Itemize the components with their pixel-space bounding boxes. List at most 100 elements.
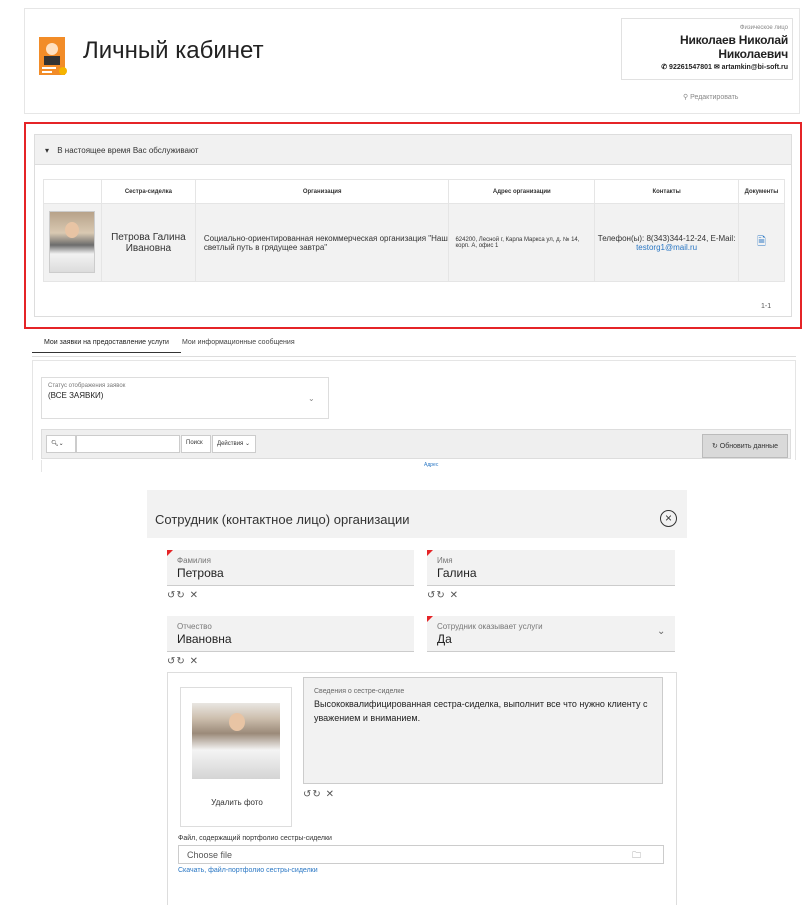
user-type: Физическое лицо: [739, 25, 788, 31]
current-service-title: В настоящее время Вас обслуживают: [57, 146, 199, 155]
page-header: Личный кабинет Физическое лицо Николаев …: [24, 8, 800, 114]
col-address: Адрес организации: [448, 179, 596, 204]
undo-icon[interactable]: ↺: [167, 656, 176, 667]
undo-icon[interactable]: ↺: [427, 590, 436, 601]
nurse-details-box: Удалить фото Сведения о сестре-сиделке В…: [167, 672, 677, 905]
tab-my-messages[interactable]: Мои информационные сообщения: [182, 339, 295, 346]
patronymic-value: Ивановна: [177, 632, 232, 646]
portfolio-file-input[interactable]: Choose file: [178, 845, 664, 864]
edit-user-icon: ⚲: [683, 94, 689, 101]
provides-services-select[interactable]: Сотрудник оказывает услуги Да ⌄: [427, 616, 675, 652]
refresh-data-button[interactable]: ↻ Обновить данные: [702, 434, 788, 458]
search-filter-button[interactable]: 🔍︎⌄: [46, 435, 76, 453]
col-photo: [43, 179, 102, 204]
staff-table: Сестра-сиделка Организация Адрес организ…: [43, 179, 785, 282]
actions-button[interactable]: Действия ⌄: [212, 435, 256, 453]
user-name: Николаев Николай Николаевич: [680, 33, 788, 61]
status-value: (ВСЕ ЗАЯВКИ): [48, 391, 104, 400]
edit-profile-link[interactable]: ⚲ Редактировать: [683, 93, 738, 101]
requests-toolbar: 🔍︎⌄ Поиск Действия ⌄ ↻ Обновить данные: [41, 429, 791, 459]
about-nurse-textarea[interactable]: Сведения о сестре-сиделке Высококвалифиц…: [303, 677, 663, 784]
clear-icon[interactable]: ✕: [326, 789, 335, 800]
redo-icon[interactable]: ↻: [176, 656, 185, 667]
tabs-bar: Мои заявки на предоставление услуги Мои …: [32, 335, 796, 357]
required-marker: [427, 616, 433, 622]
status-label: Статус отображения заявок: [48, 383, 126, 389]
pager-info: 1-1: [761, 303, 772, 310]
redo-icon[interactable]: ↻: [312, 789, 321, 800]
clear-icon[interactable]: ✕: [450, 590, 459, 601]
required-marker: [427, 550, 433, 556]
phone-icon: ✆: [661, 64, 668, 71]
photo-card: Удалить фото: [180, 687, 292, 827]
page-title: Личный кабинет: [83, 37, 264, 64]
about-actions: ↺↻ ✕: [303, 789, 335, 800]
employee-modal: Сотрудник (контактное лицо) организации …: [147, 490, 687, 905]
collapse-triangle-icon: ▾: [45, 146, 50, 155]
provides-services-label: Сотрудник оказывает услуги: [437, 622, 543, 631]
refresh-icon: ↻: [711, 443, 718, 450]
nurse-photo-cell: [43, 203, 102, 282]
actions-label: Действия: [217, 441, 244, 447]
modal-title: Сотрудник (контактное лицо) организации: [155, 512, 410, 527]
search-button[interactable]: Поиск: [181, 435, 211, 453]
delete-photo-button[interactable]: Удалить фото: [181, 798, 293, 807]
clear-icon[interactable]: ✕: [190, 656, 199, 667]
chevron-down-icon[interactable]: ⌄: [308, 394, 315, 403]
name-actions: ↺↻ ✕: [427, 590, 459, 601]
documents-cell[interactable]: 🗎: [738, 203, 785, 282]
surname-actions: ↺↻ ✕: [167, 590, 199, 601]
col-nurse: Сестра-сиделка: [100, 179, 196, 204]
name-label: Имя: [437, 556, 453, 565]
chevron-down-icon: ⌄: [244, 441, 250, 447]
patronymic-label: Отчество: [177, 622, 212, 631]
contacts-email-link[interactable]: testorg1@mail.ru: [595, 243, 738, 252]
requests-grid-header: Адрес: [41, 460, 791, 472]
contacts-phone: Телефон(ы): 8(343)344-12-24, E-Mail:: [597, 233, 736, 243]
portfolio-file-label: Файл, содержащий портфолио сестры-сиделк…: [178, 835, 332, 842]
current-service-header[interactable]: ▾ В настоящее время Вас обслуживают: [35, 135, 791, 165]
user-card: Физическое лицо Николаев Николай Николае…: [621, 18, 793, 80]
address-cell: 624200, Лесной г, Карла Маркса ул, д. № …: [448, 203, 596, 282]
document-icon[interactable]: 🗎: [757, 236, 766, 248]
patronymic-actions: ↺↻ ✕: [167, 656, 199, 667]
chevron-down-icon: ⌄: [58, 441, 64, 447]
search-input[interactable]: [76, 435, 180, 453]
edit-profile-label: Редактировать: [690, 94, 739, 101]
download-portfolio-link[interactable]: Скачать, файл-портфолио сестры-сиделки: [178, 867, 318, 874]
current-service-box: ▾ В настоящее время Вас обслуживают Сест…: [34, 134, 792, 317]
name-field[interactable]: Имя Галина: [427, 550, 675, 586]
current-service-panel: ▾ В настоящее время Вас обслуживают Сест…: [24, 122, 802, 329]
nurse-photo-large: [192, 703, 280, 779]
surname-label: Фамилия: [177, 556, 211, 565]
about-nurse-value: Высококвалифицированная сестра-сиделка, …: [314, 699, 648, 723]
status-select[interactable]: Статус отображения заявок (ВСЕ ЗАЯВКИ) ⌄: [41, 377, 329, 419]
undo-icon[interactable]: ↺: [303, 789, 312, 800]
redo-icon[interactable]: ↻: [436, 590, 445, 601]
col-contacts: Контакты: [594, 179, 739, 204]
folder-icon[interactable]: 🗀: [632, 848, 641, 864]
tab-my-requests[interactable]: Мои заявки на предоставление услуги: [32, 339, 181, 353]
contacts-cell: Телефон(ы): 8(343)344-12-24, E-Mail: tes…: [594, 203, 739, 282]
chevron-down-icon: ⌄: [657, 626, 666, 637]
modal-header: Сотрудник (контактное лицо) организации: [147, 490, 687, 538]
user-contacts: ✆ 92261547801 ✉ artamkin@bi-soft.ru: [622, 63, 788, 71]
table-row[interactable]: Петрова Галина Ивановна Социально-ориент…: [43, 203, 785, 282]
col-organization: Организация: [194, 179, 450, 204]
clear-icon[interactable]: ✕: [190, 590, 199, 601]
patronymic-field[interactable]: Отчество Ивановна: [167, 616, 414, 652]
redo-icon[interactable]: ↻: [176, 590, 185, 601]
close-icon[interactable]: ×: [660, 510, 677, 527]
undo-icon[interactable]: ↺: [167, 590, 176, 601]
provides-services-value: Да: [437, 632, 452, 646]
address-column-header[interactable]: Адрес: [424, 462, 438, 468]
about-nurse-label: Сведения о сестре-сиделке: [314, 688, 405, 695]
search-icon: 🔍︎: [51, 441, 59, 447]
organization-cell: Социально-ориентированная некоммерческая…: [194, 203, 450, 282]
mail-icon: ✉: [713, 64, 720, 71]
nurse-name-cell: Петрова Галина Ивановна: [100, 203, 196, 282]
user-phone: 92261547801: [669, 64, 712, 71]
name-value: Галина: [437, 566, 477, 580]
nurse-photo: [49, 210, 96, 273]
surname-field[interactable]: Фамилия Петрова: [167, 550, 414, 586]
